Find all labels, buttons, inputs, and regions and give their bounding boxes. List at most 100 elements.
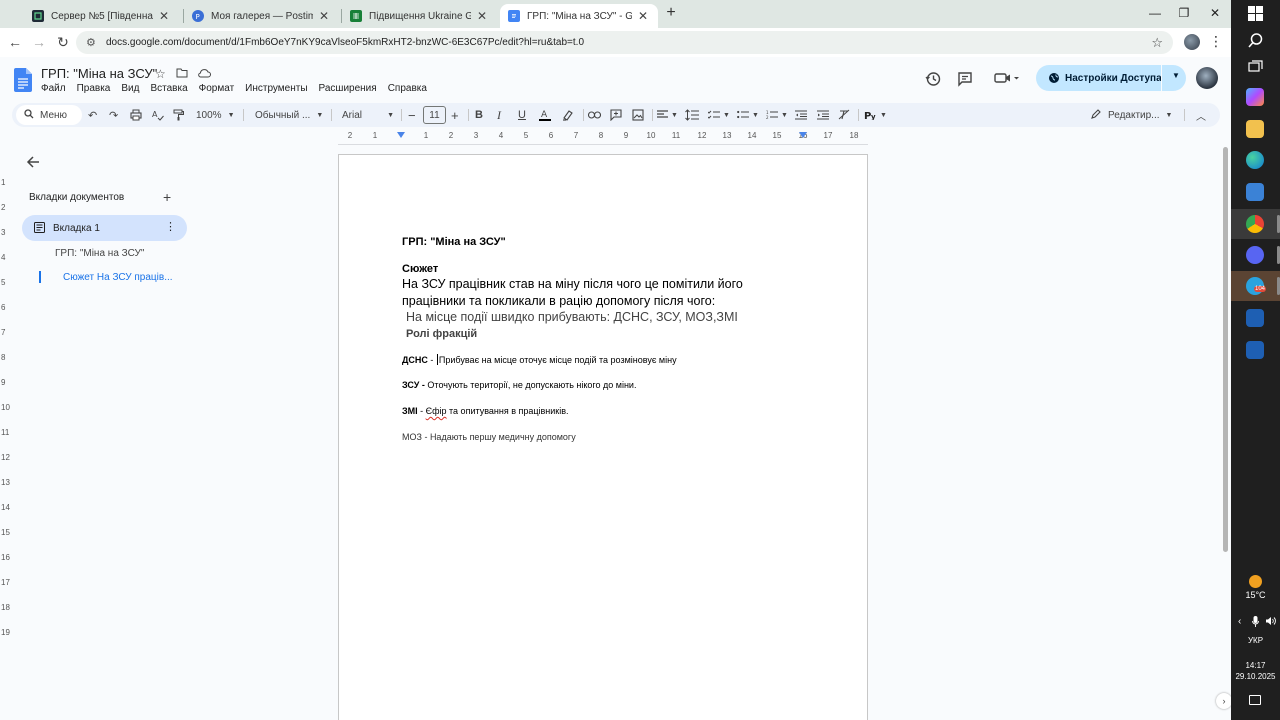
text-color-icon[interactable]: A	[539, 107, 551, 123]
undo-icon[interactable]: ↶	[88, 107, 97, 123]
discord-icon[interactable]	[1246, 246, 1264, 264]
google-docs-logo-icon[interactable]	[14, 68, 32, 92]
move-folder-icon[interactable]	[176, 67, 188, 81]
highlight-icon[interactable]	[562, 107, 574, 123]
app-window-icon[interactable]	[1246, 309, 1264, 327]
collapse-menus-icon[interactable]: ︿	[1196, 107, 1206, 123]
decrease-font-size-icon[interactable]: −	[408, 107, 416, 123]
input-tools-select[interactable]: Ру ▼	[864, 107, 887, 123]
underline-icon[interactable]: U	[518, 107, 526, 123]
menu-help[interactable]: Справка	[388, 83, 427, 94]
menu-file[interactable]: Файл	[41, 83, 66, 94]
clock-date[interactable]: 29.10.2025	[1231, 672, 1280, 681]
paint-format-icon[interactable]	[173, 107, 185, 123]
input-language[interactable]: УКР	[1231, 636, 1280, 645]
font-size-input[interactable]: 11	[423, 106, 446, 124]
browser-tab-4-active[interactable]: ГРП: "Міна на ЗСУ" - Google Д ✕	[500, 4, 658, 28]
tab-options-icon[interactable]: ⋮	[165, 220, 176, 233]
telegram-icon[interactable]: 104	[1246, 277, 1267, 295]
checklist-select[interactable]: ▼	[708, 107, 730, 123]
menu-format[interactable]: Формат	[199, 83, 235, 94]
version-history-icon[interactable]	[925, 71, 941, 90]
vertical-ruler[interactable]: 1 2 3 4 5 6 7 8 9 10 11 12 13 14 15 16 1…	[0, 150, 11, 720]
decrease-indent-icon[interactable]	[795, 107, 807, 123]
horizontal-ruler[interactable]: 2 1 1 2 3 4 5 6 7 8 9 10 11 12 13 14 15 …	[338, 131, 868, 144]
clock-time[interactable]: 14:17	[1231, 661, 1280, 670]
sidebar-tab-1[interactable]: Вкладка 1 ⋮	[22, 215, 187, 241]
scrollbar-thumb[interactable]	[1223, 147, 1228, 552]
tab-close-icon[interactable]: ✕	[636, 9, 650, 23]
microphone-icon[interactable]	[1252, 616, 1259, 630]
search-icon[interactable]	[1248, 33, 1263, 51]
side-panel-toggle-icon[interactable]: ›	[1216, 693, 1232, 709]
file-explorer-icon[interactable]	[1246, 120, 1264, 138]
menu-search-box[interactable]: Меню	[16, 105, 82, 125]
outline-item-plot[interactable]: Сюжет На ЗСУ праців...	[63, 272, 173, 283]
menu-view[interactable]: Вид	[121, 83, 139, 94]
microsoft-store-icon[interactable]	[1246, 183, 1264, 201]
menu-edit[interactable]: Правка	[77, 83, 111, 94]
redo-icon[interactable]: ↷	[109, 107, 118, 123]
star-icon[interactable]: ☆	[155, 67, 166, 81]
address-bar[interactable]: ⚙ docs.google.com/document/d/1Fmb6OeY7nK…	[76, 31, 1173, 54]
copilot-icon[interactable]	[1246, 88, 1264, 106]
back-icon[interactable]: ←	[7, 34, 23, 50]
document-title[interactable]: ГРП: "Міна на ЗСУ"	[41, 66, 157, 81]
insert-link-icon[interactable]	[588, 107, 601, 123]
new-tab-button[interactable]: +	[664, 5, 678, 21]
bold-icon[interactable]: B	[475, 107, 483, 123]
document-page[interactable]: ГРП: "Міна на ЗСУ" Сюжет На ЗСУ працівни…	[338, 154, 868, 720]
account-avatar[interactable]	[1196, 67, 1218, 89]
bookmark-star-icon[interactable]: ☆	[1151, 35, 1163, 51]
cloud-saved-icon[interactable]	[197, 67, 211, 81]
menu-extensions[interactable]: Расширения	[319, 83, 377, 94]
comments-icon[interactable]	[957, 71, 973, 90]
left-indent-marker[interactable]	[397, 132, 405, 138]
font-family-select[interactable]: Arial ▼	[342, 107, 394, 123]
tab-close-icon[interactable]: ✕	[157, 9, 171, 23]
tab-close-icon[interactable]: ✕	[475, 9, 489, 23]
italic-icon[interactable]: I	[497, 107, 501, 123]
spellcheck-icon[interactable]: A	[152, 107, 164, 123]
chrome-menu-icon[interactable]: ⋮	[1209, 33, 1223, 50]
browser-tab-2[interactable]: P Моя галерея — Postimages ✕	[184, 4, 339, 28]
task-view-icon[interactable]	[1248, 60, 1263, 77]
add-comment-icon[interactable]	[610, 107, 622, 123]
increase-indent-icon[interactable]	[817, 107, 829, 123]
reload-icon[interactable]: ↻	[55, 34, 71, 50]
browser-tab-3[interactable]: Підвищення Ukraine GTA 05 - Р ✕	[342, 4, 497, 28]
forward-icon[interactable]: →	[31, 34, 47, 50]
profile-avatar[interactable]	[1184, 34, 1200, 50]
restore-icon[interactable]: ❐	[1174, 6, 1194, 20]
share-button[interactable]: Настройки Доступа ▼	[1036, 65, 1186, 91]
browser-tab-1[interactable]: Сервер №5 [Південна Україна ✕	[24, 4, 179, 28]
tab-close-icon[interactable]: ✕	[317, 9, 331, 23]
line-spacing-icon[interactable]	[685, 107, 699, 123]
misspelled-word[interactable]: Єфір	[426, 406, 447, 416]
menu-insert[interactable]: Вставка	[150, 83, 187, 94]
add-tab-button[interactable]: +	[163, 189, 171, 205]
menu-tools[interactable]: Инструменты	[245, 83, 307, 94]
volume-icon[interactable]	[1266, 616, 1276, 629]
clear-formatting-icon[interactable]	[838, 107, 850, 123]
bulleted-list-select[interactable]: ▼	[737, 107, 759, 123]
meet-video-icon[interactable]	[994, 71, 1020, 88]
site-info-icon[interactable]: ⚙	[86, 36, 100, 49]
paragraph-style-select[interactable]: Обычный ... ▼	[255, 107, 323, 123]
edit-mode-select[interactable]: Редактир... ▼	[1091, 107, 1172, 123]
insert-image-icon[interactable]	[632, 107, 644, 123]
chrome-browser-icon[interactable]	[1246, 215, 1264, 233]
weather-sun-icon[interactable]	[1249, 575, 1262, 588]
close-sidebar-arrow-icon[interactable]	[26, 155, 40, 172]
increase-font-size-icon[interactable]: +	[451, 107, 459, 123]
zoom-select[interactable]: 100% ▼	[196, 107, 235, 123]
tray-overflow-chevron-icon[interactable]: ‹	[1238, 616, 1241, 627]
app-window-icon[interactable]	[1246, 341, 1264, 359]
numbered-list-select[interactable]: 1 2 ▼	[766, 107, 788, 123]
close-window-icon[interactable]: ✕	[1205, 6, 1225, 20]
weather-temperature[interactable]: 15°C	[1231, 590, 1280, 600]
minimize-icon[interactable]: —	[1145, 6, 1165, 20]
print-icon[interactable]	[130, 107, 142, 123]
edge-browser-icon[interactable]	[1246, 151, 1264, 169]
windows-start-icon[interactable]	[1248, 6, 1263, 24]
